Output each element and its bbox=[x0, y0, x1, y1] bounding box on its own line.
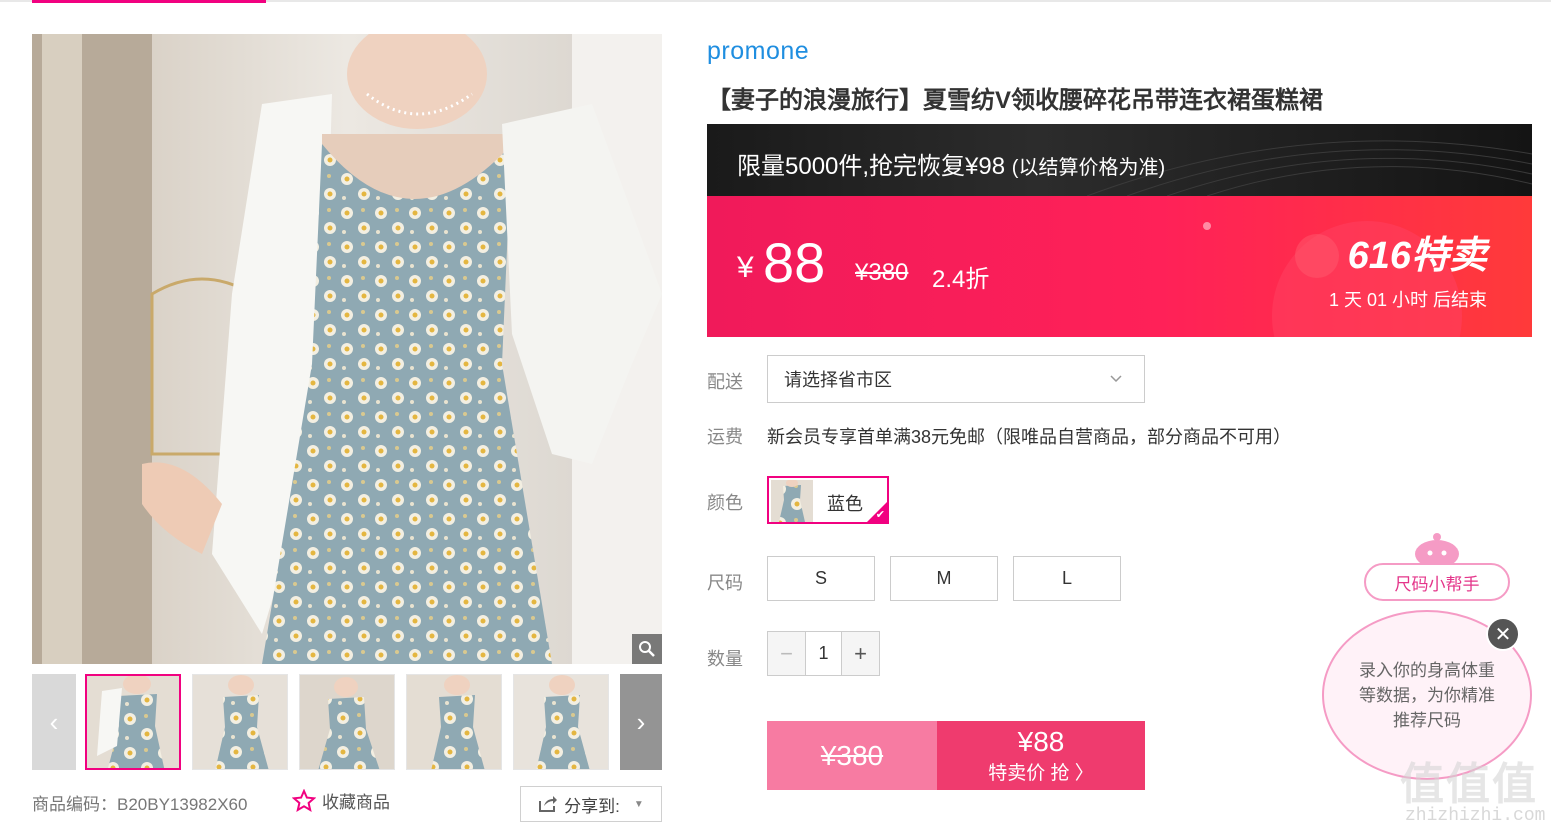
product-code: 商品编码：B20BY13982X60 bbox=[32, 795, 248, 814]
quantity-increase-button[interactable]: + bbox=[842, 632, 879, 675]
region-placeholder: 请选择省市区 bbox=[784, 370, 892, 390]
limit-text: 限量5000件,抢完恢复¥98 (以结算价格为准) bbox=[737, 146, 1165, 181]
thumbnail-image bbox=[193, 675, 287, 769]
close-icon[interactable]: ✕ bbox=[1486, 617, 1520, 651]
buy-sale-price: ¥88 bbox=[1017, 726, 1065, 757]
product-photo bbox=[32, 34, 662, 664]
quantity-stepper: − 1 + bbox=[767, 631, 880, 676]
thumbnail-image bbox=[87, 676, 179, 768]
active-tab-indicator bbox=[32, 0, 266, 3]
color-swatch bbox=[771, 480, 813, 522]
quantity-decrease-button[interactable]: − bbox=[768, 632, 805, 675]
zoom-icon bbox=[639, 641, 655, 657]
caret-down-icon: ▼ bbox=[633, 798, 644, 810]
buy-button[interactable]: ¥380 ¥88 特卖价 抢 〉 bbox=[767, 721, 1145, 790]
thumb-next-button[interactable]: › bbox=[620, 674, 662, 770]
shipping-label: 运费 bbox=[707, 427, 743, 447]
price-currency: ¥ bbox=[737, 251, 754, 284]
main-product-image[interactable] bbox=[32, 34, 662, 664]
share-dropdown[interactable]: 分享到: ▼ bbox=[520, 786, 662, 822]
chevron-left-icon: ‹ bbox=[49, 706, 59, 737]
color-option-blue[interactable]: 蓝色 ✔ bbox=[767, 476, 889, 524]
thumbnail-2[interactable] bbox=[192, 674, 288, 770]
limit-main: 限量5000件,抢完恢复¥98 bbox=[737, 153, 1006, 180]
thumbnail-image bbox=[514, 675, 608, 769]
sale-price: 88 bbox=[763, 231, 826, 294]
size-option-m[interactable]: M bbox=[890, 556, 998, 601]
size-helper-text: 录入你的身高体重等数据，为你精准推荐尺码 bbox=[1359, 660, 1495, 730]
favorite-label: 收藏商品 bbox=[322, 793, 390, 812]
promo-logo: 616特卖 bbox=[1347, 235, 1487, 277]
thumbnail-image bbox=[300, 675, 394, 769]
share-label: 分享到: bbox=[564, 796, 620, 816]
buy-action-label: 特卖价 抢 〉 bbox=[988, 763, 1094, 784]
color-label: 颜色 bbox=[707, 493, 743, 513]
thumbnail-3[interactable] bbox=[299, 674, 395, 770]
check-icon: ✔ bbox=[875, 509, 885, 521]
favorite-button[interactable]: 收藏商品 bbox=[292, 788, 390, 813]
buy-original-price: ¥380 bbox=[767, 721, 937, 790]
size-label: 尺码 bbox=[707, 573, 743, 593]
size-helper-tag[interactable]: 尺码小帮手 bbox=[1364, 563, 1510, 601]
region-select[interactable]: 请选择省市区 bbox=[767, 355, 1145, 403]
original-price: ¥380 bbox=[855, 259, 909, 286]
star-icon bbox=[292, 788, 316, 812]
color-option-label: 蓝色 bbox=[827, 494, 863, 514]
quantity-label: 数量 bbox=[707, 649, 743, 669]
brand-name[interactable]: promone bbox=[707, 37, 809, 66]
thumbnail-1[interactable] bbox=[85, 674, 181, 770]
size-option-s[interactable]: S bbox=[767, 556, 875, 601]
chevron-down-icon bbox=[1110, 375, 1122, 383]
limit-banner: 限量5000件,抢完恢复¥98 (以结算价格为准) bbox=[707, 124, 1532, 196]
product-title: 【妻子的浪漫旅行】夏雪纺V领收腰碎花吊带连衣裙蛋糕裙 bbox=[707, 87, 1324, 114]
chevron-right-icon: › bbox=[636, 706, 646, 737]
thumbnail-image bbox=[407, 675, 501, 769]
share-icon bbox=[539, 796, 558, 812]
buy-sale-area[interactable]: ¥88 特卖价 抢 〉 bbox=[937, 721, 1145, 790]
watermark-url: zhizhizhi.com bbox=[1405, 806, 1546, 826]
size-option-l[interactable]: L bbox=[1013, 556, 1121, 601]
price-banner: ¥ 88 ¥380 2.4折 616特卖 1 天 01 小时 后结束 bbox=[707, 196, 1532, 337]
quantity-input[interactable]: 1 bbox=[805, 632, 842, 675]
countdown-text: 1 天 01 小时 后结束 bbox=[1328, 290, 1487, 310]
thumbnail-4[interactable] bbox=[406, 674, 502, 770]
delivery-label: 配送 bbox=[707, 372, 743, 392]
zoom-button[interactable] bbox=[632, 634, 662, 664]
thumb-prev-button[interactable]: ‹ bbox=[32, 674, 76, 770]
shipping-info: 新会员专享首单满38元免邮（限唯品自营商品，部分商品不可用） bbox=[767, 427, 1292, 447]
discount-rate: 2.4折 bbox=[932, 266, 990, 293]
watermark-logo: 值值值 bbox=[1400, 760, 1538, 809]
limit-sub: (以结算价格为准) bbox=[1011, 157, 1166, 179]
thumbnail-5[interactable] bbox=[513, 674, 609, 770]
